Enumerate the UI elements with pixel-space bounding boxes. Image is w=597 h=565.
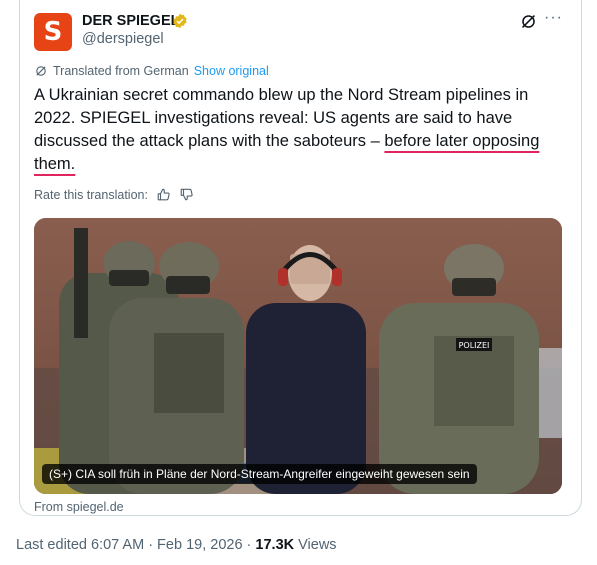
account-handle[interactable]: @derspiegel <box>82 31 164 47</box>
vest-label: POLIZEI <box>459 341 490 350</box>
rate-translation: Rate this translation: <box>34 187 194 202</box>
account-name[interactable]: DER SPIEGEL <box>82 13 180 29</box>
verified-badge-icon <box>173 13 187 29</box>
media-caption: (S+) CIA soll früh in Pläne der Nord-Str… <box>42 464 477 484</box>
thumbs-down-icon[interactable] <box>179 187 194 202</box>
tweet-meta: Last edited 6:07 AM · Feb 19, 2026 · 17.… <box>16 537 337 553</box>
thumbs-up-icon[interactable] <box>156 187 171 202</box>
link-source[interactable]: From spiegel.de <box>34 500 124 514</box>
rate-label: Rate this translation: <box>34 187 148 202</box>
edited-timestamp[interactable]: Last edited 6:07 AM · Feb 19, 2026 · <box>16 537 255 553</box>
article-image[interactable]: POLIZEI <box>34 218 562 494</box>
tweet-text: A Ukrainian secret commando blew up the … <box>34 84 554 176</box>
translated-label: Translated from German <box>53 64 189 78</box>
grok-icon[interactable] <box>520 13 537 30</box>
translation-notice: Translated from German Show original <box>34 64 269 78</box>
views-count: 17.3K <box>255 537 295 553</box>
translate-icon <box>36 66 46 76</box>
views-label: Views <box>294 537 337 553</box>
more-options-icon[interactable]: ··· <box>544 9 563 27</box>
avatar[interactable]: S <box>34 13 72 51</box>
arrest-scene-illustration: POLIZEI <box>34 218 562 494</box>
show-original-link[interactable]: Show original <box>194 64 269 78</box>
